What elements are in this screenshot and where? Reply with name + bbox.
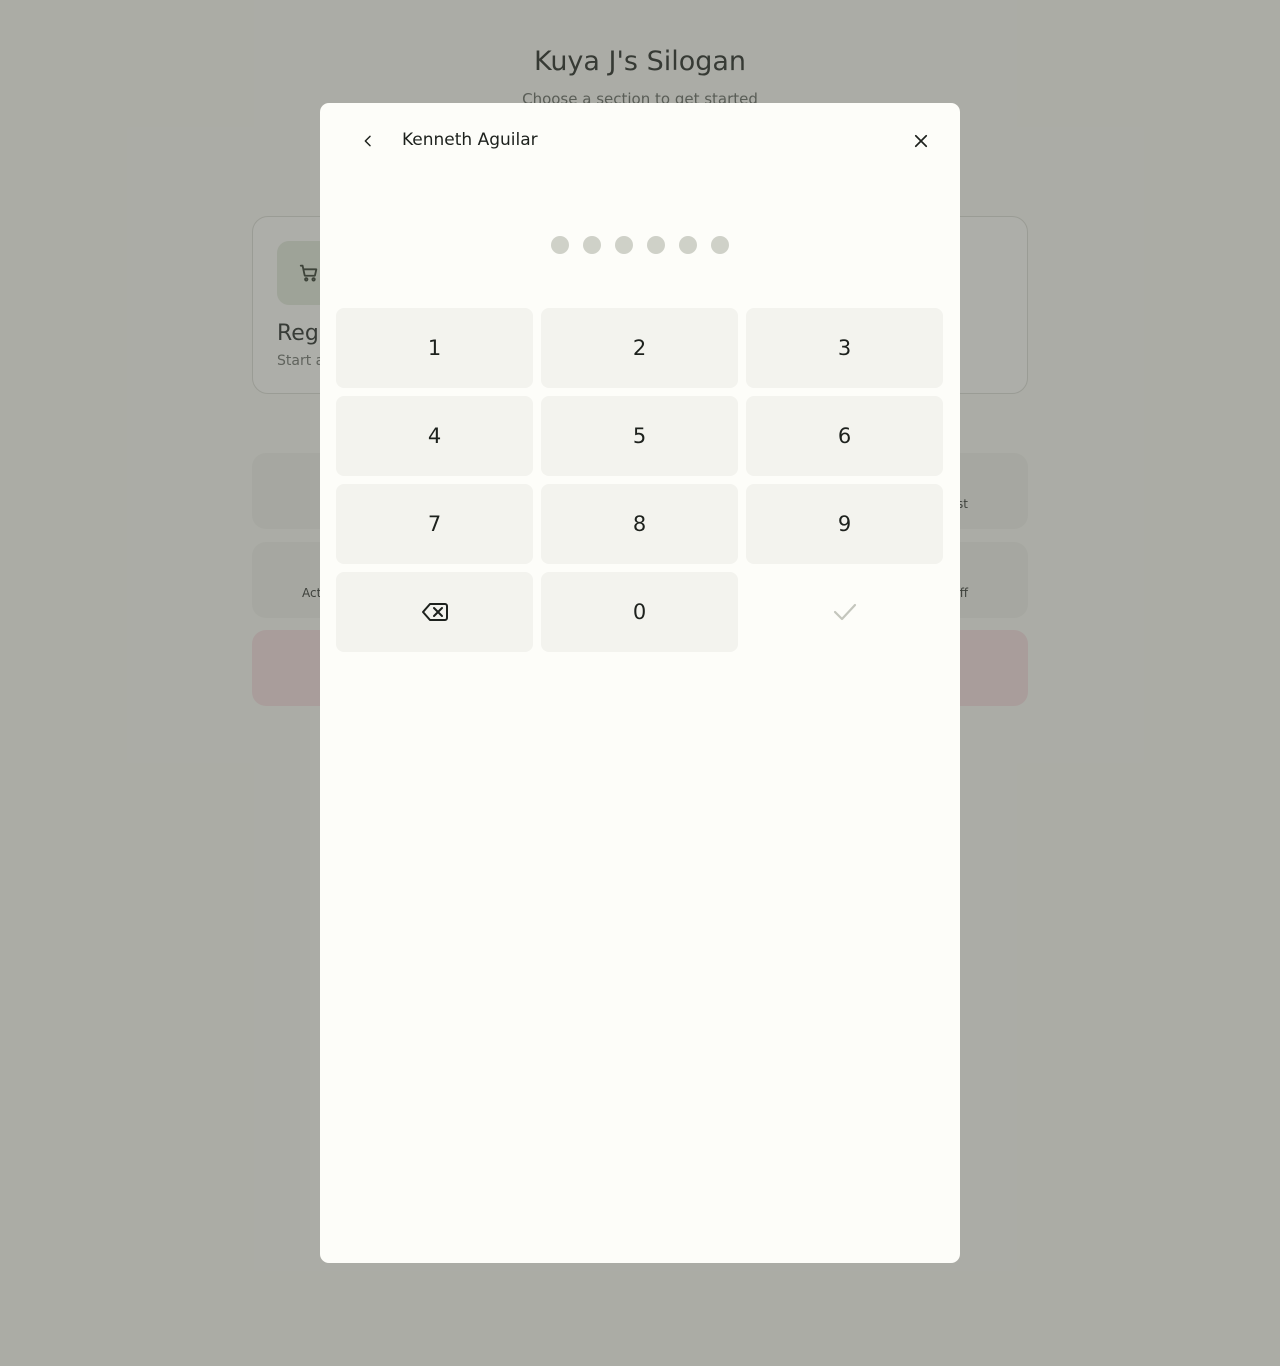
pin-dot [647, 236, 665, 254]
pin-keypad: 1 2 3 4 5 6 7 8 9 0 [336, 308, 944, 652]
close-button[interactable] [905, 125, 937, 157]
key-7[interactable]: 7 [336, 484, 533, 564]
key-2[interactable]: 2 [541, 308, 738, 388]
confirm-button[interactable] [746, 572, 943, 652]
key-3[interactable]: 3 [746, 308, 943, 388]
key-1[interactable]: 1 [336, 308, 533, 388]
backspace-button[interactable] [336, 572, 533, 652]
pin-dot [711, 236, 729, 254]
backspace-icon [421, 603, 448, 621]
close-icon [914, 134, 928, 148]
key-4[interactable]: 4 [336, 396, 533, 476]
modal-title: Kenneth Aguilar [402, 130, 538, 150]
key-5[interactable]: 5 [541, 396, 738, 476]
pin-modal: Kenneth Aguilar 1 2 3 4 5 6 7 8 9 0 [320, 103, 960, 1263]
back-button[interactable] [352, 125, 384, 157]
key-9[interactable]: 9 [746, 484, 943, 564]
key-0[interactable]: 0 [541, 572, 738, 652]
pin-dot [551, 236, 569, 254]
key-6[interactable]: 6 [746, 396, 943, 476]
pin-dot [583, 236, 601, 254]
check-icon [833, 603, 856, 621]
pin-dot [679, 236, 697, 254]
pin-dot [615, 236, 633, 254]
pin-indicator [320, 236, 960, 254]
key-8[interactable]: 8 [541, 484, 738, 564]
chevron-left-icon [364, 135, 371, 147]
